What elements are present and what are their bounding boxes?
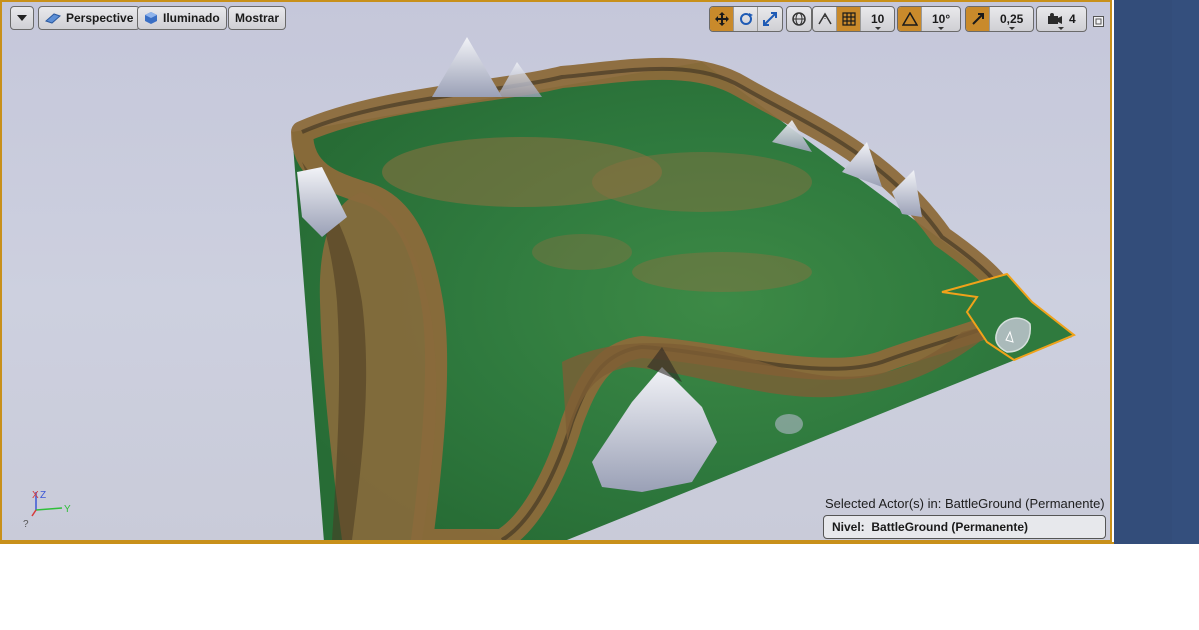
perspective-button[interactable]: Perspective [38, 6, 141, 30]
chevron-down-icon [17, 15, 27, 21]
rotate-icon [739, 13, 753, 25]
maximize-viewport-button[interactable] [1093, 14, 1104, 27]
lit-mode-label: Iluminado [163, 11, 220, 25]
current-level-indicator: Nivel: BattleGround (Permanente) [823, 515, 1106, 539]
perspective-icon [45, 12, 61, 24]
viewport-border [0, 542, 1114, 544]
level-viewport[interactable]: Perspective Iluminado Mostrar 10 10° 0,2… [0, 0, 1112, 542]
camera-icon [1048, 13, 1062, 24]
perspective-label: Perspective [66, 11, 134, 25]
surface-snap-icon [817, 12, 832, 25]
camera-speed-group: 4 [1036, 6, 1087, 32]
show-button[interactable]: Mostrar [228, 6, 287, 30]
lit-mode-button[interactable]: Iluminado [137, 6, 227, 30]
grid-snap-toggle[interactable] [837, 7, 861, 31]
show-label: Mostrar [235, 11, 280, 25]
scale-snap-toggle[interactable] [966, 7, 990, 31]
angle-icon [901, 12, 918, 26]
scale-snap-group: 0,25 [965, 6, 1035, 32]
landscape-terrain[interactable] [2, 2, 1110, 540]
translate-tool-button[interactable] [710, 7, 734, 31]
grid-snap-group: 10 [812, 6, 896, 32]
axis-y-label: Y [64, 504, 71, 515]
transform-tools-group [709, 6, 783, 32]
viewport-options-button[interactable] [10, 6, 34, 30]
camera-speed-value: 4 [1069, 12, 1076, 26]
lit-cube-icon [144, 11, 158, 25]
grid-snap-value-dropdown[interactable]: 10 [861, 7, 894, 31]
scale-icon [763, 12, 777, 26]
axis-indicator: Z Y X [31, 490, 71, 517]
globe-icon [792, 12, 806, 26]
world-coordinate-button[interactable] [787, 7, 811, 31]
level-label: Nivel: [832, 520, 865, 534]
rotation-snap-group: 10° [897, 6, 962, 32]
scale-tool-button[interactable] [758, 7, 782, 31]
side-panel-strip [1172, 0, 1199, 544]
rotation-snap-toggle[interactable] [898, 7, 922, 31]
move-icon [714, 12, 729, 26]
side-panel [1114, 0, 1172, 544]
scale-snap-icon [971, 13, 984, 25]
help-icon[interactable]: ? [23, 519, 29, 530]
axis-x-label: X [32, 490, 39, 501]
axis-z-label: Z [40, 490, 46, 501]
selected-actors-info: Selected Actor(s) in: BattleGround (Perm… [825, 496, 1105, 511]
rotation-snap-value: 10° [932, 12, 951, 26]
grid-icon [841, 12, 856, 26]
level-value: BattleGround (Permanente) [871, 520, 1029, 534]
camera-speed-dropdown[interactable]: 4 [1037, 7, 1086, 31]
scale-snap-value: 0,25 [1000, 12, 1024, 26]
grid-snap-value: 10 [871, 12, 885, 26]
coordinate-system-group [786, 6, 812, 32]
maximize-icon [1093, 16, 1104, 27]
surface-snap-button[interactable] [813, 7, 837, 31]
rotate-tool-button[interactable] [734, 7, 758, 31]
scale-snap-value-dropdown[interactable]: 0,25 [990, 7, 1033, 31]
rotation-snap-value-dropdown[interactable]: 10° [922, 7, 960, 31]
